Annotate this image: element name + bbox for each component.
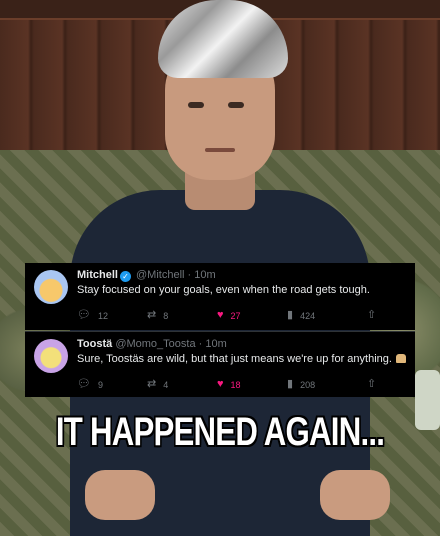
heart-icon: ♥ [217, 309, 224, 321]
tweet-text: Sure, Toostäs are wild, but that just me… [77, 353, 406, 365]
retweet-count: 8 [163, 310, 169, 321]
toast-icon [395, 354, 406, 363]
tweet-text: Stay focused on your goals, even when th… [77, 284, 370, 296]
tweet-card[interactable]: Mitchell ✓ @Mitchell · 10m Stay focused o… [25, 263, 415, 330]
tweet-actions: 💬︎ 12 ⇄ 8 ♥ 27 ▮ 424 ⇧ [77, 310, 402, 324]
tweet-header: Toostä @Momo_Toosta · 10m [77, 338, 227, 350]
share-button[interactable]: ⇧ [367, 310, 376, 321]
left-hand [85, 470, 155, 520]
views-count: 424 [300, 310, 316, 321]
like-button[interactable]: ♥ 18 [217, 379, 241, 390]
reply-icon: 💬︎ [77, 309, 91, 321]
share-icon: ⇧ [367, 309, 377, 321]
right-eye [228, 102, 244, 108]
mouth [205, 148, 235, 152]
retweet-count: 4 [163, 379, 169, 390]
bottle [415, 370, 440, 430]
tweet-header: Mitchell ✓ @Mitchell · 10m [77, 269, 216, 282]
meme-caption: IT HAPPENED AGAIN... [55, 410, 385, 454]
views-button[interactable]: ▮ 208 [287, 379, 315, 390]
retweet-button[interactable]: ⇄ 4 [147, 379, 168, 390]
timestamp[interactable]: · 10m [199, 338, 227, 350]
heart-icon: ♥ [217, 378, 224, 390]
retweet-button[interactable]: ⇄ 8 [147, 310, 168, 321]
views-count: 208 [300, 379, 316, 390]
reply-button[interactable]: 💬︎ 12 [77, 310, 108, 321]
tweet-text-content: Sure, Toostäs are wild, but that just me… [77, 353, 392, 365]
display-name[interactable]: Mitchell [77, 269, 118, 281]
reply-count: 12 [97, 310, 108, 321]
avatar[interactable] [34, 339, 68, 373]
like-count: 27 [230, 310, 241, 321]
reply-count: 9 [97, 379, 103, 390]
timestamp[interactable]: · 10m [188, 269, 216, 281]
reply-icon: 💬︎ [77, 378, 91, 390]
avatar[interactable] [34, 270, 68, 304]
like-button[interactable]: ♥ 27 [217, 310, 241, 321]
tweet-actions: 💬︎ 9 ⇄ 4 ♥ 18 ▮ 208 ⇧ [77, 379, 402, 393]
user-handle[interactable]: @Mitchell [136, 269, 184, 281]
views-button[interactable]: ▮ 424 [287, 310, 315, 321]
views-icon: ▮ [287, 309, 294, 321]
left-eye [188, 102, 204, 108]
tweet-card[interactable]: Toostä @Momo_Toosta · 10m Sure, Toostäs … [25, 331, 415, 397]
retweet-icon: ⇄ [147, 309, 157, 321]
retweet-icon: ⇄ [147, 378, 157, 390]
views-icon: ▮ [287, 378, 294, 390]
share-icon: ⇧ [367, 378, 377, 390]
reply-button[interactable]: 💬︎ 9 [77, 379, 103, 390]
verified-badge-icon: ✓ [119, 271, 131, 282]
share-button[interactable]: ⇧ [367, 379, 376, 390]
user-handle[interactable]: @Momo_Toosta [115, 338, 195, 350]
like-count: 18 [230, 379, 241, 390]
display-name[interactable]: Toostä [77, 338, 112, 350]
right-hand [320, 470, 390, 520]
